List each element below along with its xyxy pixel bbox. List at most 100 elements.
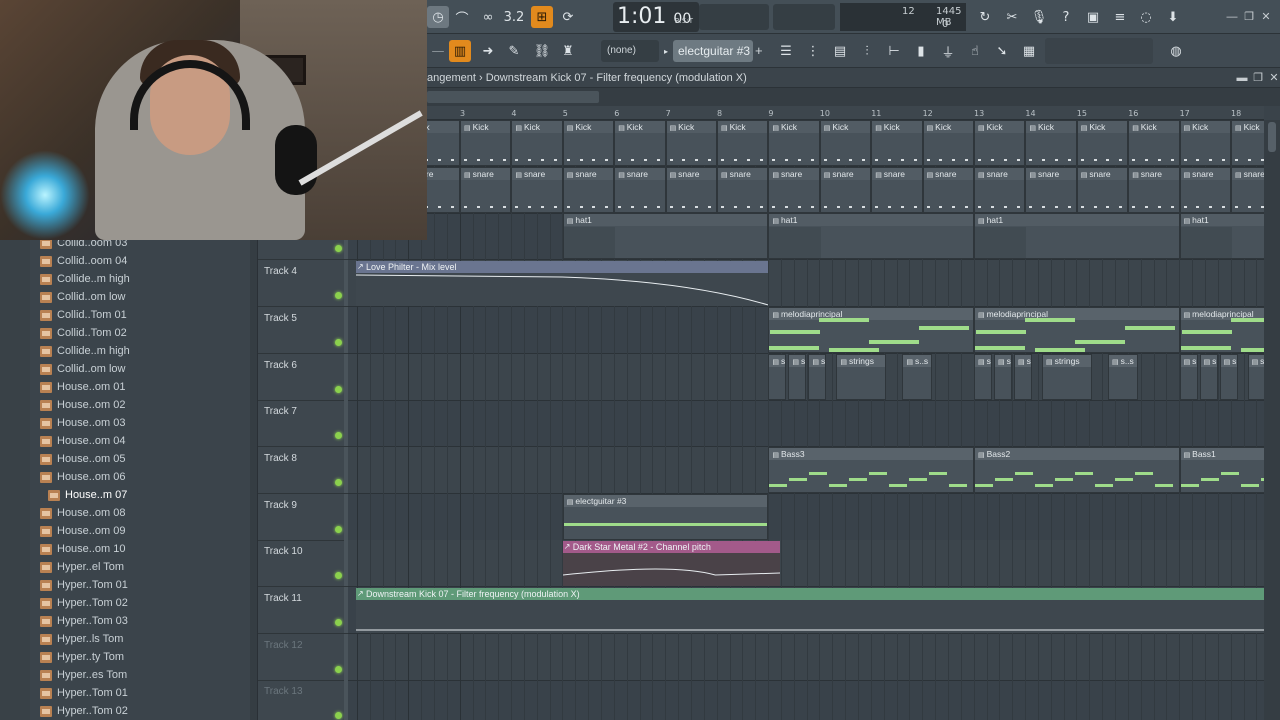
pattern-clip[interactable]: hat1: [768, 213, 974, 260]
browser-item[interactable]: House..m 07: [48, 486, 127, 504]
brush-icon[interactable]: ✎: [503, 40, 525, 62]
metronome-icon[interactable]: ⌒: [451, 6, 473, 28]
pattern-clip[interactable]: melodiaprincipal: [974, 306, 1180, 353]
track-header[interactable]: Track 7: [258, 400, 348, 448]
pattern-clip[interactable]: hat1: [1179, 213, 1264, 260]
pattern-clip[interactable]: snare: [665, 166, 717, 213]
pattern-clip[interactable]: Kick: [974, 120, 1026, 166]
pattern-clip[interactable]: snare: [460, 166, 512, 213]
automation-clip[interactable]: Love Philter - Mix level: [356, 261, 769, 274]
browser-item[interactable]: Collid..oom 04: [40, 252, 127, 270]
stamp-icon[interactable]: ♜: [557, 40, 579, 62]
chat-icon[interactable]: ◌: [1135, 6, 1157, 28]
automation-body[interactable]: [562, 553, 781, 587]
pattern-clip[interactable]: Kick: [717, 120, 769, 166]
pattern-clip[interactable]: Kick: [1076, 120, 1129, 166]
browser-item[interactable]: Hyper..Tom 01: [40, 684, 128, 702]
track-header[interactable]: Track 4: [258, 260, 348, 308]
track-header[interactable]: Track 8: [258, 446, 348, 494]
playlist-close-icon[interactable]: ✕: [1267, 71, 1280, 85]
browser-item[interactable]: Collid..Tom 01: [40, 306, 127, 324]
pattern-clip[interactable]: melodiaprincipal: [768, 306, 974, 353]
browser-item[interactable]: Hyper..Tom 03: [40, 612, 128, 630]
pattern-clip[interactable]: Bass1: [1179, 446, 1264, 493]
play-small-icon[interactable]: ▸: [661, 40, 671, 62]
pattern-clip[interactable]: Kick: [1025, 120, 1077, 166]
close-icon[interactable]: ✕: [1259, 10, 1273, 24]
wait-input-icon[interactable]: ∞: [477, 6, 499, 28]
pattern-clip[interactable]: snare: [511, 166, 563, 213]
pattern-clip[interactable]: snare: [768, 166, 820, 213]
minimize-icon[interactable]: —: [1225, 10, 1239, 24]
pattern-clip[interactable]: s..s: [1014, 353, 1032, 400]
arrow-icon[interactable]: —: [427, 40, 449, 62]
pattern-clip[interactable]: Kick: [665, 120, 717, 166]
pattern-clip[interactable]: snare: [1025, 166, 1077, 213]
pattern-clip[interactable]: snare: [1076, 166, 1129, 213]
browser-item[interactable]: House..om 10: [40, 540, 125, 558]
track-mute-led[interactable]: [335, 385, 342, 393]
track-mute-led[interactable]: [335, 245, 342, 253]
pattern-clip[interactable]: Kick: [460, 120, 512, 166]
browser-item[interactable]: Collide..m high: [40, 342, 130, 360]
track-header[interactable]: Track 11: [258, 587, 348, 634]
pattern-clip[interactable]: strings: [1042, 353, 1092, 400]
pattern-clip[interactable]: s..s: [1219, 353, 1238, 400]
pattern-clip[interactable]: s..s: [1179, 353, 1198, 400]
browser-item[interactable]: House..om 01: [40, 378, 125, 396]
browser-item[interactable]: Hyper..ls Tom: [40, 630, 123, 648]
track-mute-led[interactable]: [335, 478, 342, 486]
help-icon[interactable]: ?: [1055, 6, 1077, 28]
pattern-clip[interactable]: s..s: [788, 353, 807, 400]
loop-record-icon[interactable]: ⟳: [557, 6, 579, 28]
mixer-icon[interactable]: ≡: [1109, 6, 1131, 28]
track-header[interactable]: Track 5: [258, 306, 348, 354]
browser-item[interactable]: House..om 03: [40, 414, 125, 432]
track-mute-led[interactable]: [335, 712, 342, 720]
piano-roll-icon[interactable]: ▥: [449, 40, 471, 62]
browser-item[interactable]: House..om 04: [40, 432, 125, 450]
pattern-clip[interactable]: s..s: [808, 353, 827, 400]
pattern-clip[interactable]: Kick: [1128, 120, 1180, 166]
mixer-sliders-icon[interactable]: ⫶: [856, 40, 878, 62]
pattern-clip[interactable]: Bass3: [768, 446, 974, 493]
browser-item[interactable]: Hyper..Tom 02: [40, 594, 128, 612]
pattern-clip[interactable]: s..s: [768, 353, 787, 400]
pattern-clip[interactable]: s..s: [974, 353, 992, 400]
track-header[interactable]: Track 10: [258, 540, 348, 588]
track-mute-led[interactable]: [335, 432, 342, 440]
pattern-clip[interactable]: hat1: [974, 213, 1180, 260]
pattern-clip[interactable]: Bass2: [974, 446, 1180, 493]
pattern-clip[interactable]: snare: [871, 166, 923, 213]
horizontal-scroll[interactable]: [427, 88, 1280, 106]
vertical-scrollbar[interactable]: [1264, 120, 1280, 720]
automation-clip[interactable]: Downstream Kick 07 - Filter frequency (m…: [356, 588, 1264, 600]
maximize-icon[interactable]: ❐: [1242, 10, 1256, 24]
pattern-clip[interactable]: snare: [1128, 166, 1180, 213]
automation-body[interactable]: [355, 273, 769, 307]
arrow-right-icon[interactable]: ➜: [477, 40, 499, 62]
step-edit-icon[interactable]: ⊞: [531, 6, 553, 28]
globe-icon[interactable]: ◍: [1165, 40, 1187, 62]
add-pattern-button[interactable]: +: [755, 40, 767, 62]
plugin-picker-icon[interactable]: ▮: [910, 40, 932, 62]
pattern-clip[interactable]: Kick: [922, 120, 974, 166]
browser-item[interactable]: Hyper..ty Tom: [40, 648, 124, 666]
pattern-clip[interactable]: snare: [717, 166, 769, 213]
playlist-maximize-icon[interactable]: ❐: [1251, 71, 1265, 85]
pattern-selector[interactable]: (none): [601, 40, 659, 62]
pattern-name[interactable]: electguitar #3: [673, 40, 753, 62]
pattern-clip[interactable]: electguitar #3: [562, 493, 769, 540]
browser-item[interactable]: Hyper..Tom 02: [40, 702, 128, 720]
pattern-clip[interactable]: s..s: [1199, 353, 1218, 400]
channel-rack-icon[interactable]: ⋮: [802, 40, 824, 62]
browser-item[interactable]: Hyper..el Tom: [40, 558, 124, 576]
playlist-minimize-icon[interactable]: ▬: [1235, 71, 1249, 85]
pattern-clip[interactable]: Kick: [562, 120, 615, 166]
plug-icon[interactable]: ⏚: [937, 40, 959, 62]
browser-item[interactable]: Collide..m high: [40, 270, 130, 288]
mic-icon[interactable]: 🎙: [1028, 6, 1050, 28]
browser-item[interactable]: Collid..om low: [40, 360, 125, 378]
browser-tree-icon[interactable]: ⊢: [883, 40, 905, 62]
pattern-clip[interactable]: s..s: [1108, 353, 1138, 400]
